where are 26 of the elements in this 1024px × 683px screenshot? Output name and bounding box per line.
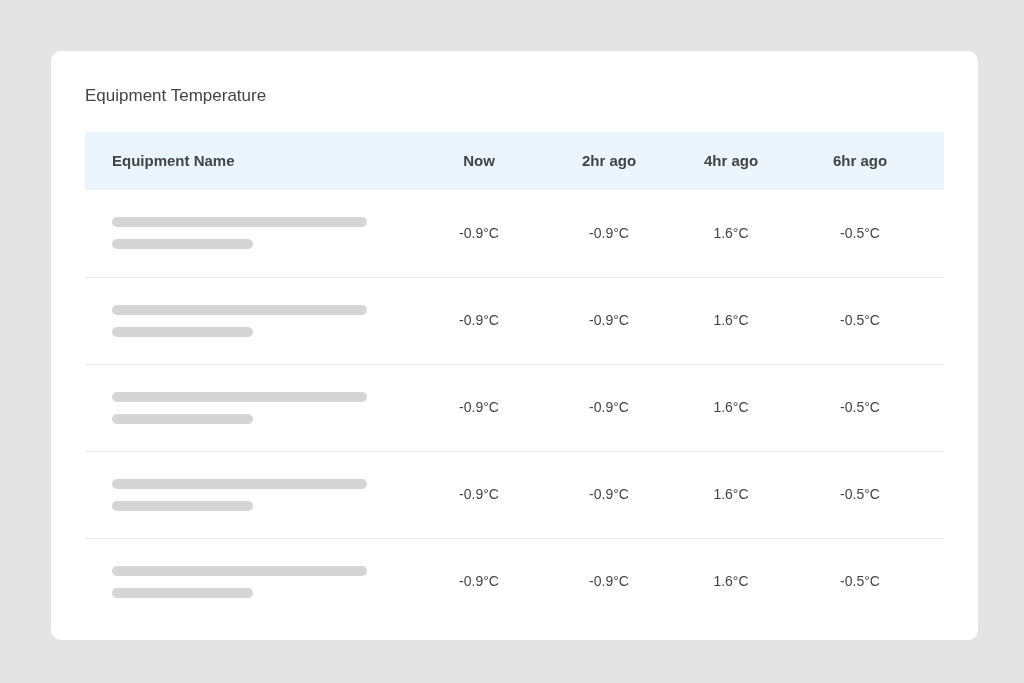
temperature-value: 1.6°C <box>713 573 749 590</box>
temperature-value: -0.9°C <box>589 224 629 241</box>
column-header: 4hr ago <box>675 132 787 190</box>
temperature-value: -0.9°C <box>459 224 499 241</box>
column-header: Equipment Name <box>85 132 415 190</box>
temperature-value: 1.6°C <box>713 486 749 502</box>
temperature-value: -0.5°C <box>840 573 880 590</box>
temperature-value: -0.5°C <box>840 312 880 328</box>
temperature-value: 1.6°C <box>713 399 749 415</box>
temperature-value: -0.9°C <box>589 312 629 328</box>
card-title: Equipment Temperature <box>85 85 268 107</box>
temperature-value: -0.9°C <box>589 486 629 502</box>
temperature-value: -0.5°C <box>840 224 880 241</box>
column-header: 6hr ago <box>787 132 933 190</box>
temperature-value: -0.9°C <box>459 399 499 415</box>
temperature-value: 1.6°C <box>713 312 749 328</box>
temperature-value: -0.5°C <box>840 399 880 415</box>
temperature-value: -0.9°C <box>459 312 499 328</box>
temperature-value: 1.6°C <box>713 224 749 241</box>
temperature-value: -0.5°C <box>840 486 880 502</box>
temperature-value: -0.9°C <box>459 573 499 590</box>
column-header: 2hr ago <box>543 132 675 190</box>
column-header: Now <box>415 132 543 190</box>
temperature-value: -0.9°C <box>459 486 499 502</box>
temperature-value: -0.9°C <box>589 573 629 590</box>
temperature-value: -0.9°C <box>589 399 629 415</box>
